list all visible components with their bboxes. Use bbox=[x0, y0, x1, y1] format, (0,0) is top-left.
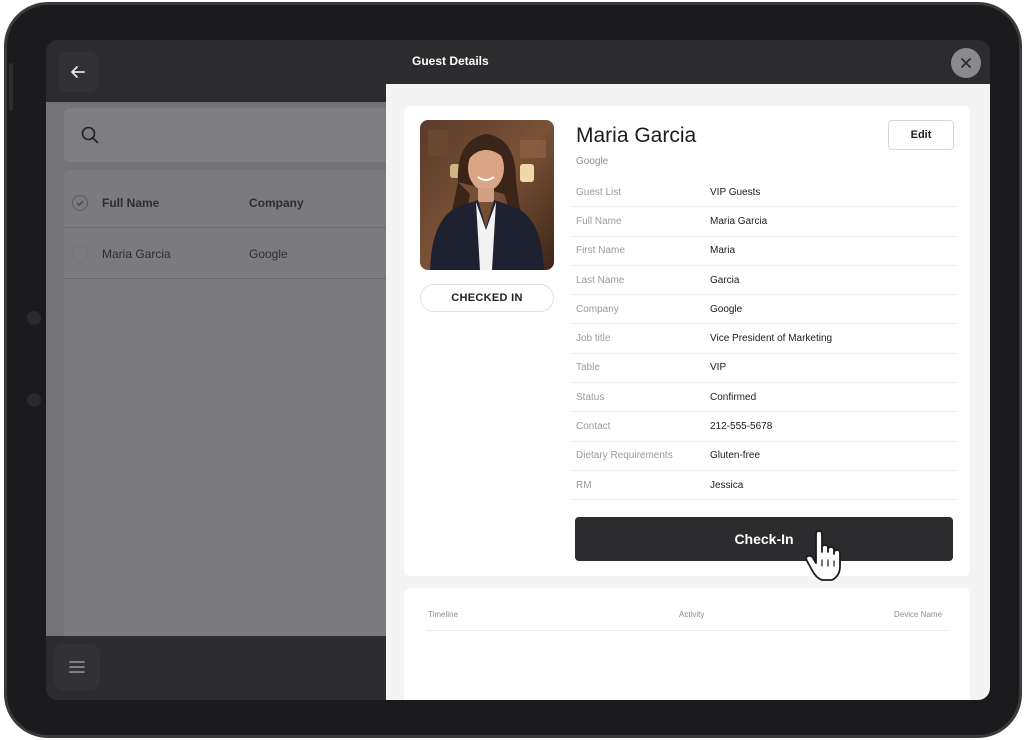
field-label: Table bbox=[576, 362, 600, 374]
device-sensor bbox=[27, 311, 41, 325]
device-side-button bbox=[9, 63, 13, 111]
field-row-last-name: Last Name Garcia bbox=[570, 266, 958, 296]
field-row-guest-list: Guest List VIP Guests bbox=[570, 178, 958, 208]
field-label: Contact bbox=[576, 421, 611, 433]
field-label: Full Name bbox=[576, 215, 622, 227]
bottom-bar bbox=[46, 636, 386, 700]
guest-fields-list: Guest List VIP Guests Full Name Maria Garc… bbox=[570, 178, 958, 501]
device-name-header: Device Name bbox=[894, 610, 943, 619]
column-header-full-name[interactable]: Full Name bbox=[102, 196, 159, 210]
field-value: Gluten-free bbox=[710, 450, 761, 462]
field-label: Last Name bbox=[576, 274, 625, 286]
field-label: Status bbox=[576, 391, 605, 403]
guest-company-subtitle: Google bbox=[576, 156, 609, 167]
select-all-checkbox[interactable] bbox=[72, 194, 88, 211]
field-row-full-name: Full Name Maria Garcia bbox=[570, 207, 958, 237]
field-row-status: Status Confirmed bbox=[570, 383, 958, 413]
arrow-left-icon bbox=[71, 66, 85, 78]
device-sensor bbox=[27, 393, 41, 407]
row-full-name: Maria Garcia bbox=[102, 246, 171, 261]
field-label: Company bbox=[576, 303, 619, 315]
window-title: Guest Details bbox=[412, 54, 489, 68]
guest-name-heading: Maria Garcia bbox=[576, 124, 697, 147]
row-company: Google bbox=[249, 246, 288, 261]
close-icon bbox=[961, 58, 971, 68]
field-value: Maria bbox=[710, 245, 736, 257]
back-button[interactable] bbox=[58, 52, 98, 92]
guest-details-panel: CHECKED IN Maria Garcia Google Edit Gues… bbox=[386, 84, 990, 700]
field-row-table: Table VIP bbox=[570, 354, 958, 384]
field-value: Garcia bbox=[710, 274, 740, 286]
field-row-job-title: Job title Vice President of Marketing bbox=[570, 324, 958, 354]
field-value: Vice President of Marketing bbox=[710, 333, 833, 345]
menu-button[interactable] bbox=[54, 644, 100, 690]
checked-in-status-badge: CHECKED IN bbox=[420, 284, 554, 312]
field-value: Maria Garcia bbox=[710, 215, 768, 227]
field-label: Job title bbox=[576, 333, 611, 345]
field-value: VIP bbox=[710, 362, 727, 374]
guest-table: Full Name Company Maria Garcia Google bbox=[64, 170, 386, 636]
field-row-first-name: First Name Maria bbox=[570, 237, 958, 266]
check-icon bbox=[76, 200, 84, 206]
field-value: VIP Guests bbox=[710, 186, 761, 198]
field-value: Jessica bbox=[710, 479, 744, 491]
field-label: Dietary Requirements bbox=[576, 450, 673, 462]
field-row-dietary: Dietary Requirements Gluten-free bbox=[570, 442, 958, 471]
field-value: Google bbox=[710, 303, 743, 315]
guest-photo bbox=[420, 120, 554, 270]
timeline-divider bbox=[426, 630, 948, 631]
hamburger-menu-icon bbox=[69, 661, 85, 673]
row-checkbox[interactable] bbox=[72, 245, 88, 262]
search-icon bbox=[81, 126, 99, 144]
table-row[interactable]: Maria Garcia Google bbox=[64, 229, 386, 279]
guest-list-overlay: Full Name Company Maria Garcia Google bbox=[46, 102, 386, 636]
field-label: RM bbox=[576, 479, 592, 491]
app-screen: Guest Details Full Name Company Maria Ga… bbox=[46, 40, 990, 700]
timeline-header: Timeline bbox=[428, 610, 458, 619]
field-row-company: Company Google bbox=[570, 295, 958, 325]
table-header: Full Name Company bbox=[64, 178, 386, 228]
timeline-card: Timeline Activity Device Name bbox=[404, 588, 970, 700]
field-value: 212-555-5678 bbox=[710, 421, 773, 433]
close-button[interactable] bbox=[951, 48, 981, 78]
field-value: Confirmed bbox=[710, 391, 757, 403]
field-row-contact: Contact 212-555-5678 bbox=[570, 412, 958, 442]
guest-profile-card: CHECKED IN Maria Garcia Google Edit Gues… bbox=[404, 106, 970, 581]
field-label: First Name bbox=[576, 245, 625, 257]
column-header-company[interactable]: Company bbox=[249, 196, 304, 210]
hand-pointer-icon bbox=[805, 530, 841, 581]
activity-header: Activity bbox=[679, 610, 705, 619]
field-row-rm: RM Jessica bbox=[570, 471, 958, 501]
search-bar[interactable] bbox=[64, 108, 386, 162]
check-in-button[interactable]: Check-In bbox=[575, 517, 953, 561]
edit-button[interactable]: Edit bbox=[888, 120, 954, 150]
field-label: Guest List bbox=[576, 186, 622, 198]
